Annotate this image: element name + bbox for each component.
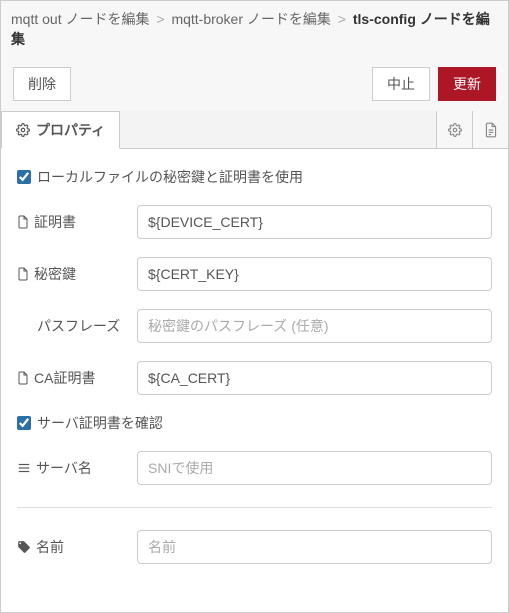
verify-server-checkbox[interactable]	[17, 416, 31, 430]
use-local-files-label: ローカルファイルの秘密鍵と証明書を使用	[37, 167, 303, 187]
use-local-files-row: ローカルファイルの秘密鍵と証明書を使用	[17, 167, 492, 187]
passphrase-input[interactable]	[137, 309, 492, 343]
breadcrumb: mqtt out ノードを編集 > mqtt-broker ノードを編集 > t…	[1, 1, 508, 57]
cert-input[interactable]	[137, 205, 492, 239]
editor-panel: mqtt out ノードを編集 > mqtt-broker ノードを編集 > t…	[0, 0, 509, 613]
key-label: 秘密鍵	[17, 264, 137, 284]
verify-server-row: サーバ証明書を確認	[17, 413, 492, 433]
cancel-button[interactable]: 中止	[372, 67, 430, 101]
breadcrumb-separator: >	[156, 11, 164, 27]
ca-row: CA証明書	[17, 361, 492, 395]
divider	[17, 507, 492, 508]
name-row: 名前	[17, 530, 492, 564]
passphrase-row: パスフレーズ	[17, 309, 492, 343]
tabs-row: プロパティ	[1, 111, 508, 149]
use-local-files-checkbox[interactable]	[17, 170, 31, 184]
file-icon	[17, 371, 29, 385]
gear-icon	[448, 123, 462, 137]
breadcrumb-item[interactable]: mqtt-broker ノードを編集	[171, 11, 330, 27]
form-area: ローカルファイルの秘密鍵と証明書を使用 証明書 秘密鍵 パスフレーズ	[1, 149, 508, 612]
cert-label: 証明書	[17, 212, 137, 232]
toolbar: 削除 中止 更新	[1, 57, 508, 111]
key-row: 秘密鍵	[17, 257, 492, 291]
ca-input[interactable]	[137, 361, 492, 395]
file-icon	[17, 215, 29, 229]
tab-properties[interactable]: プロパティ	[1, 111, 120, 149]
name-input[interactable]	[137, 530, 492, 564]
list-icon	[17, 462, 31, 474]
tab-label: プロパティ	[36, 120, 105, 140]
servername-input[interactable]	[137, 451, 492, 485]
tab-settings-button[interactable]	[436, 111, 472, 148]
verify-server-label: サーバ証明書を確認	[37, 413, 163, 433]
breadcrumb-item[interactable]: mqtt out ノードを編集	[11, 11, 149, 27]
cert-row: 証明書	[17, 205, 492, 239]
breadcrumb-separator: >	[338, 11, 346, 27]
key-input[interactable]	[137, 257, 492, 291]
passphrase-label: パスフレーズ	[17, 316, 137, 336]
gear-icon	[16, 123, 30, 137]
document-icon	[484, 122, 498, 138]
servername-label: サーバ名	[17, 458, 137, 478]
delete-button[interactable]: 削除	[13, 67, 71, 101]
servername-row: サーバ名	[17, 451, 492, 485]
tab-docs-button[interactable]	[472, 111, 508, 148]
ca-label: CA証明書	[17, 368, 137, 388]
update-button[interactable]: 更新	[438, 67, 496, 101]
name-label: 名前	[17, 537, 137, 557]
file-icon	[17, 267, 29, 281]
tag-icon	[17, 540, 31, 554]
